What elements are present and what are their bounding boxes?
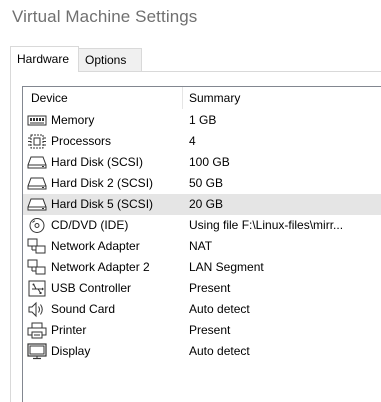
device-row-usb-controller[interactable]: USB Controller Present: [23, 278, 381, 299]
column-header-summary[interactable]: Summary: [189, 87, 240, 109]
network-adapter-icon: [27, 238, 47, 255]
device-name: CD/DVD (IDE): [51, 218, 129, 232]
device-name: Memory: [51, 113, 95, 127]
device-name: Network Adapter: [51, 239, 140, 253]
device-summary: 20 GB: [189, 197, 224, 211]
device-summary: Present: [189, 281, 231, 295]
cd-dvd-icon: [27, 217, 47, 234]
device-summary: Auto detect: [189, 344, 250, 358]
device-row-sound-card[interactable]: Sound Card Auto detect: [23, 299, 381, 320]
device-row-network-adapter[interactable]: Network Adapter NAT: [23, 236, 381, 257]
device-row-hard-disk-2[interactable]: Hard Disk 2 (SCSI) 50 GB: [23, 173, 381, 194]
hard-disk-icon: [27, 196, 47, 213]
device-summary: NAT: [189, 239, 213, 253]
memory-icon: [27, 112, 47, 129]
device-row-processors[interactable]: Processors 4: [23, 131, 381, 152]
column-divider[interactable]: [182, 87, 183, 109]
device-row-network-adapter-2[interactable]: Network Adapter 2 LAN Segment: [23, 257, 381, 278]
device-row-hard-disk-5[interactable]: Hard Disk 5 (SCSI) 20 GB: [23, 194, 381, 215]
device-summary: Using file F:\Linux-files\mirr...: [189, 218, 344, 232]
device-name: Hard Disk 5 (SCSI): [51, 197, 154, 211]
device-name: USB Controller: [51, 281, 132, 295]
device-name: Processors: [51, 134, 112, 148]
device-summary: 1 GB: [189, 113, 217, 127]
device-summary: LAN Segment: [189, 260, 264, 274]
processor-icon: [27, 133, 47, 150]
window-title: Virtual Machine Settings: [12, 7, 198, 26]
device-summary: 100 GB: [189, 155, 230, 169]
speaker-icon: [27, 301, 47, 318]
hard-disk-icon: [27, 175, 47, 192]
device-name: Sound Card: [51, 302, 116, 316]
device-summary: 4: [189, 134, 196, 148]
device-name: Network Adapter 2: [51, 260, 150, 274]
device-name: Hard Disk (SCSI): [51, 155, 144, 169]
device-list[interactable]: Device Summary Memory 1 GB Processors 4 …: [22, 86, 381, 402]
column-header-device[interactable]: Device: [31, 87, 68, 109]
tab-bar: Hardware Options: [10, 46, 381, 72]
device-name: Printer: [51, 323, 87, 337]
network-adapter-icon: [27, 259, 47, 276]
usb-icon: [27, 280, 47, 297]
hard-disk-icon: [27, 154, 47, 171]
device-summary: 50 GB: [189, 176, 224, 190]
device-name: Hard Disk 2 (SCSI): [51, 176, 154, 190]
display-icon: [27, 343, 47, 360]
tab-hardware[interactable]: Hardware: [10, 46, 79, 72]
device-row-memory[interactable]: Memory 1 GB: [23, 110, 381, 131]
device-summary: Present: [189, 323, 231, 337]
tab-options[interactable]: Options: [79, 48, 142, 72]
device-name: Display: [51, 344, 91, 358]
device-summary: Auto detect: [189, 302, 250, 316]
printer-icon: [27, 322, 47, 339]
device-row-printer[interactable]: Printer Present: [23, 320, 381, 341]
device-row-hard-disk[interactable]: Hard Disk (SCSI) 100 GB: [23, 152, 381, 173]
device-row-cd-dvd[interactable]: CD/DVD (IDE) Using file F:\Linux-files\m…: [23, 215, 381, 236]
device-rows: Memory 1 GB Processors 4 Hard Disk (SCSI…: [23, 110, 381, 362]
device-row-display[interactable]: Display Auto detect: [23, 341, 381, 362]
